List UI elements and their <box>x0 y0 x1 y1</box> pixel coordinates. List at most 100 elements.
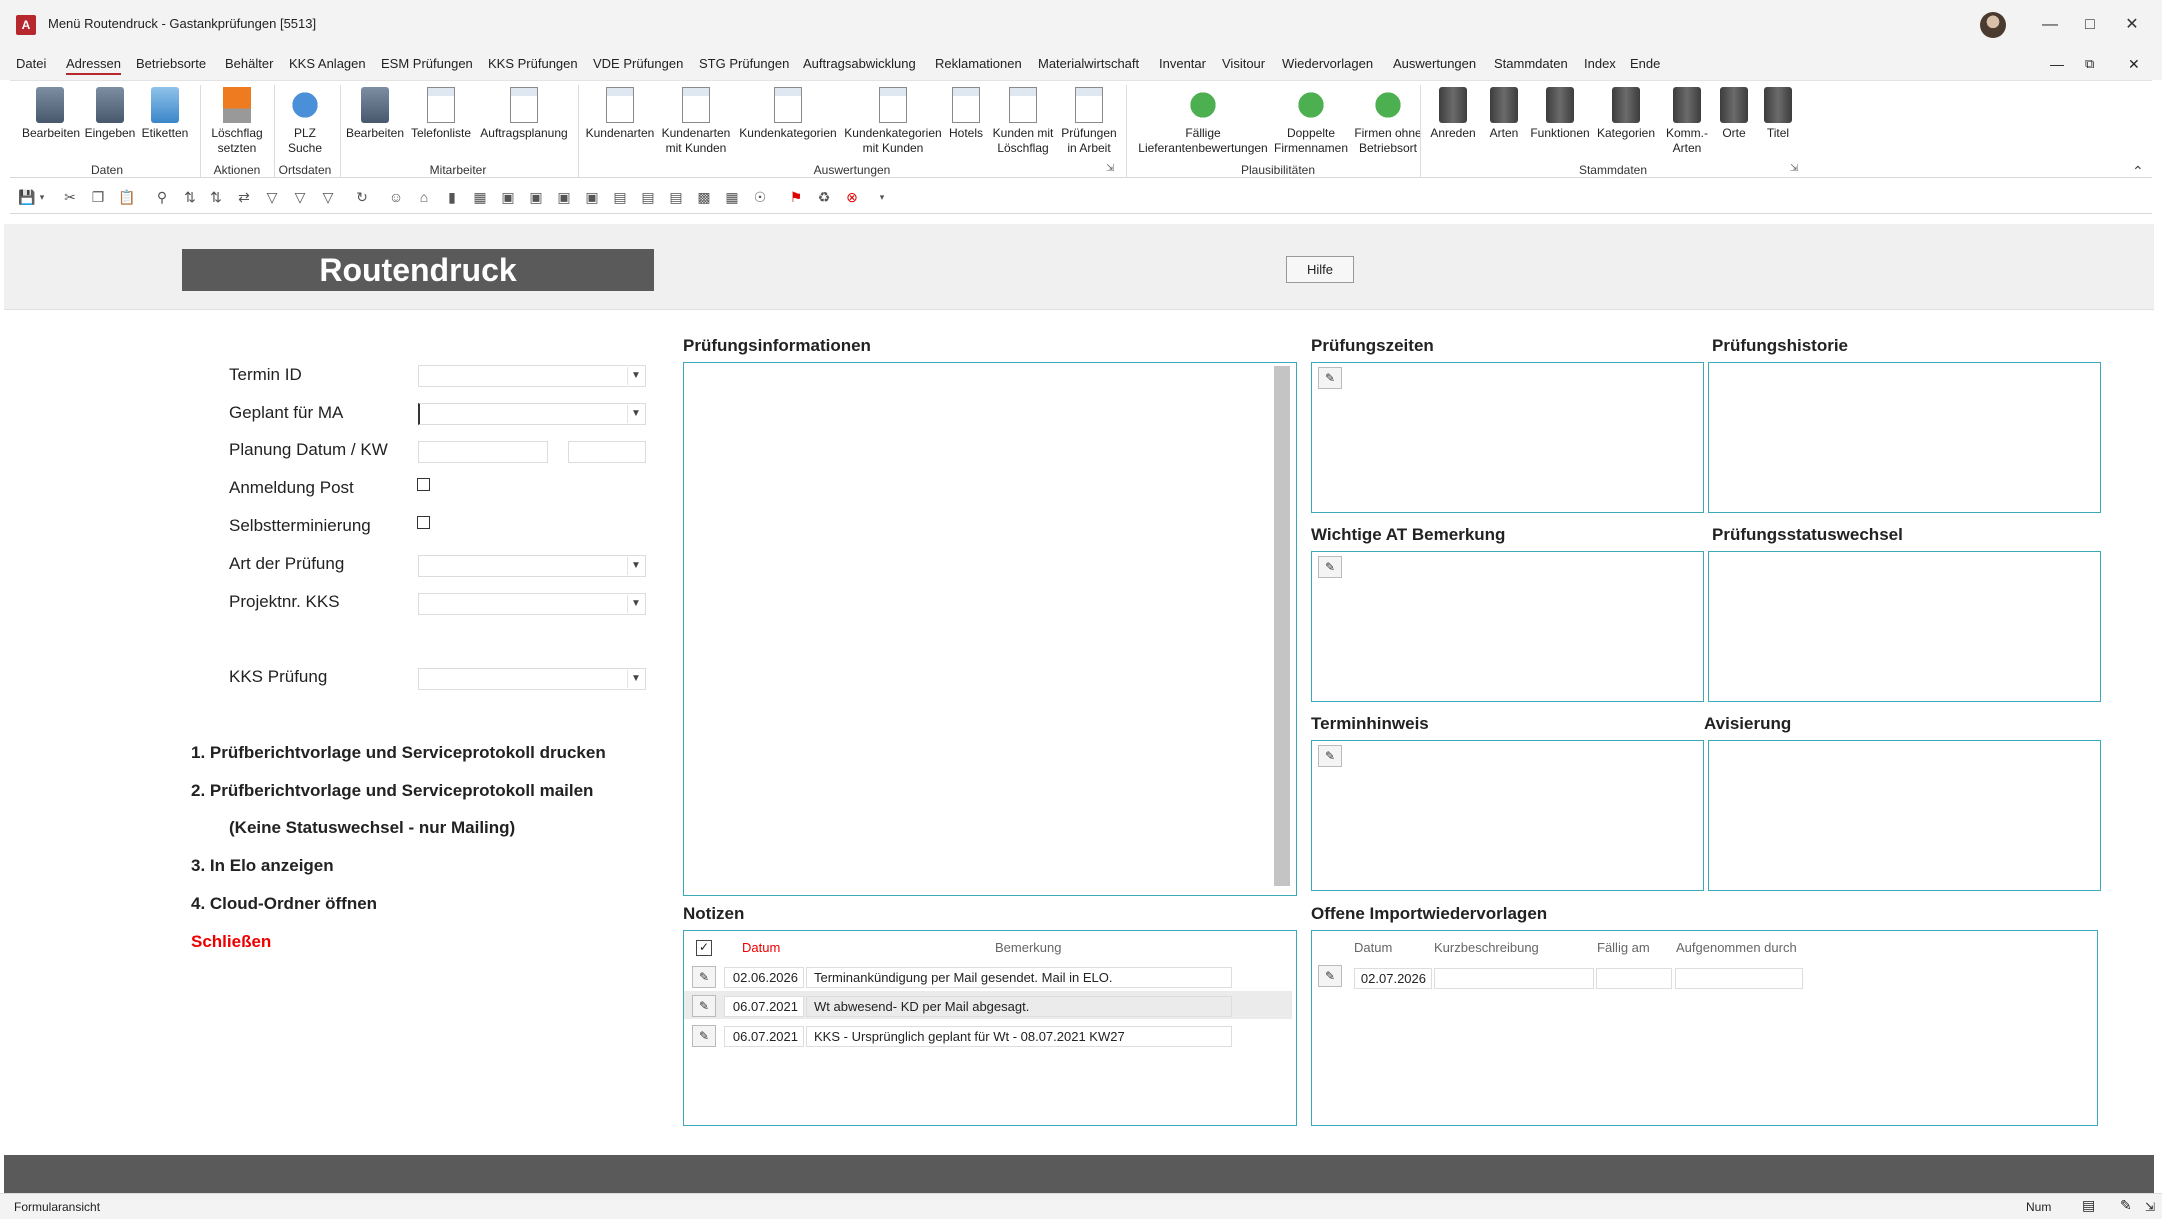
kundenkategorien-button[interactable]: Kundenkategorien <box>736 87 840 141</box>
form-icon[interactable]: ▣ <box>528 189 544 205</box>
menu-datei[interactable]: Datei <box>16 56 46 71</box>
firmen-ohne-betriebsort-button[interactable]: Firmen ohne Betriebsort <box>1350 87 1426 156</box>
copy-icon[interactable]: ❐ <box>90 189 106 205</box>
action-mail-link[interactable]: 2. Prüfberichtvorlage und Serviceprotoko… <box>191 781 593 801</box>
menu-betriebsorte[interactable]: Betriebsorte <box>136 56 206 71</box>
doc-restore-icon[interactable]: ⧉ <box>2085 56 2094 72</box>
avis-panel[interactable] <box>1708 740 2101 891</box>
menu-adressen[interactable]: Adressen <box>66 56 121 75</box>
info-scrollbar[interactable] <box>1274 366 1290 886</box>
note-text[interactable]: Terminankündigung per Mail gesendet. Mai… <box>806 967 1232 988</box>
import-desc[interactable] <box>1434 968 1594 989</box>
grid-icon[interactable]: ▦ <box>724 189 740 205</box>
web-icon[interactable]: ☉ <box>752 189 768 205</box>
select-all-checkbox[interactable]: ✓ <box>696 940 712 956</box>
hotels-button[interactable]: Hotels <box>946 87 986 141</box>
daten-etiketten-button[interactable]: Etiketten <box>140 87 190 141</box>
edit-record-icon[interactable]: ✎ <box>692 995 716 1017</box>
menu-auswertungen[interactable]: Auswertungen <box>1393 56 1476 71</box>
kundenarten-button[interactable]: Kundenarten <box>582 87 658 141</box>
edit-record-icon[interactable]: ✎ <box>692 966 716 988</box>
telefonliste-button[interactable]: Telefonliste <box>408 87 474 141</box>
plz-suche-button[interactable]: PLZ Suche <box>280 87 330 156</box>
planung-datum-field[interactable] <box>418 441 548 463</box>
filter-clear-icon[interactable]: ▽ <box>320 189 336 205</box>
chevron-down-icon[interactable]: ▼ <box>627 405 644 423</box>
import-due[interactable] <box>1596 968 1672 989</box>
form-icon[interactable]: ▣ <box>500 189 516 205</box>
dialog-launcher-icon[interactable]: ⇲ <box>1790 163 1798 174</box>
minimize-button[interactable]: — <box>2030 8 2070 42</box>
note-date[interactable]: 02.06.2026 <box>724 967 804 988</box>
menu-materialwirtschaft[interactable]: Materialwirtschaft <box>1038 56 1139 71</box>
doc-minimize-icon[interactable]: — <box>2050 56 2064 72</box>
menu-stammdaten[interactable]: Stammdaten <box>1494 56 1568 71</box>
maximize-button[interactable]: □ <box>2070 8 2110 42</box>
kundenarten-mit-kunden-button[interactable]: Kundenarten mit Kunden <box>658 87 734 156</box>
chevron-down-icon[interactable]: ▼ <box>627 595 644 613</box>
import-by[interactable] <box>1675 968 1803 989</box>
close-link[interactable]: Schließen <box>191 932 271 952</box>
menu-inventar[interactable]: Inventar <box>1159 56 1206 71</box>
daten-eingeben-button[interactable]: Eingeben <box>84 87 136 141</box>
chevron-down-icon[interactable]: ▼ <box>627 367 644 385</box>
user-avatar[interactable] <box>1980 12 2006 38</box>
report-icon[interactable]: ▤ <box>640 189 656 205</box>
menu-kks-anlagen[interactable]: KKS Anlagen <box>289 56 366 71</box>
doc-close-icon[interactable]: ✕ <box>2128 56 2140 73</box>
titel-button[interactable]: Titel <box>1760 87 1796 141</box>
action-print-link[interactable]: 1. Prüfberichtvorlage und Serviceprotoko… <box>191 743 606 763</box>
at-panel[interactable]: ✎ <box>1311 551 1704 702</box>
projekt-combo[interactable]: ▼ <box>418 593 646 615</box>
filter-icon[interactable]: ▽ <box>292 189 308 205</box>
arten-button[interactable]: Arten <box>1484 87 1524 141</box>
chevron-down-icon[interactable]: ▼ <box>627 557 644 575</box>
termin-id-combo[interactable]: ▼ <box>418 365 646 387</box>
import-date[interactable]: 02.07.2026 <box>1354 968 1432 989</box>
table-icon[interactable]: ▦ <box>472 189 488 205</box>
menu-visitour[interactable]: Visitour <box>1222 56 1265 71</box>
anreden-button[interactable]: Anreden <box>1428 87 1478 141</box>
action-elo-link[interactable]: 3. In Elo anzeigen <box>191 856 334 876</box>
cancel-icon[interactable]: ⊗ <box>844 189 860 205</box>
cut-icon[interactable]: ✂ <box>62 189 78 205</box>
selbst-checkbox[interactable] <box>417 516 430 529</box>
sort-remove-icon[interactable]: ⇄ <box>236 189 252 205</box>
menu-auftragsabwicklung[interactable]: Auftragsabwicklung <box>803 56 916 71</box>
refresh-icon[interactable]: ↻ <box>354 189 370 205</box>
save-icon[interactable]: 💾 <box>18 189 35 205</box>
recycle-icon[interactable]: ♻ <box>816 189 832 205</box>
customize-toolbar-icon[interactable]: ▾ <box>874 189 890 205</box>
note-text[interactable]: Wt abwesend- KD per Mail abgesagt. <box>806 996 1232 1017</box>
status-panel[interactable] <box>1708 551 2101 702</box>
dialog-launcher-icon[interactable]: ⇲ <box>1106 163 1114 174</box>
find-icon[interactable]: ⚲ <box>154 189 170 205</box>
edit-record-icon[interactable]: ✎ <box>1318 367 1342 389</box>
doppelte-firmennamen-button[interactable]: Doppelte Firmennamen <box>1272 87 1350 156</box>
menu-ende[interactable]: Ende <box>1630 56 1660 71</box>
menu-vde-pruefungen[interactable]: VDE Prüfungen <box>593 56 683 71</box>
edit-record-icon[interactable]: ✎ <box>692 1025 716 1047</box>
edit-record-icon[interactable]: ✎ <box>1318 556 1342 578</box>
orte-button[interactable]: Orte <box>1716 87 1752 141</box>
daten-bearbeiten-button[interactable]: Bearbeiten <box>22 87 80 141</box>
save-dropdown-icon[interactable]: ▾ <box>34 189 50 205</box>
kunden-mit-loeschflag-button[interactable]: Kunden mit Löschflag <box>988 87 1058 156</box>
menu-wiedervorlagen[interactable]: Wiedervorlagen <box>1282 56 1373 71</box>
edit-record-icon[interactable]: ✎ <box>1318 745 1342 767</box>
menu-esm-pruefungen[interactable]: ESM Prüfungen <box>381 56 473 71</box>
design-view-icon[interactable]: ✎ <box>2120 1197 2132 1214</box>
kundenkategorien-mit-kunden-button[interactable]: Kundenkategorien mit Kunden <box>840 87 946 156</box>
form-icon[interactable]: ▣ <box>584 189 600 205</box>
form-icon[interactable]: ▣ <box>556 189 572 205</box>
menu-kks-pruefungen[interactable]: KKS Prüfungen <box>488 56 578 71</box>
planung-kw-field[interactable] <box>568 441 646 463</box>
action-cloud-link[interactable]: 4. Cloud-Ordner öffnen <box>191 894 377 914</box>
mitarbeiter-bearbeiten-button[interactable]: Bearbeiten <box>344 87 406 141</box>
note-text[interactable]: KKS - Ursprünglich geplant für Wt - 08.0… <box>806 1026 1232 1047</box>
collapse-ribbon-icon[interactable]: ⌃ <box>2132 163 2144 180</box>
delete-icon[interactable]: ▮ <box>444 189 460 205</box>
note-date[interactable]: 06.07.2021 <box>724 996 804 1017</box>
help-button[interactable]: Hilfe <box>1286 256 1354 283</box>
form-view-icon[interactable]: ▤ <box>2082 1197 2095 1214</box>
